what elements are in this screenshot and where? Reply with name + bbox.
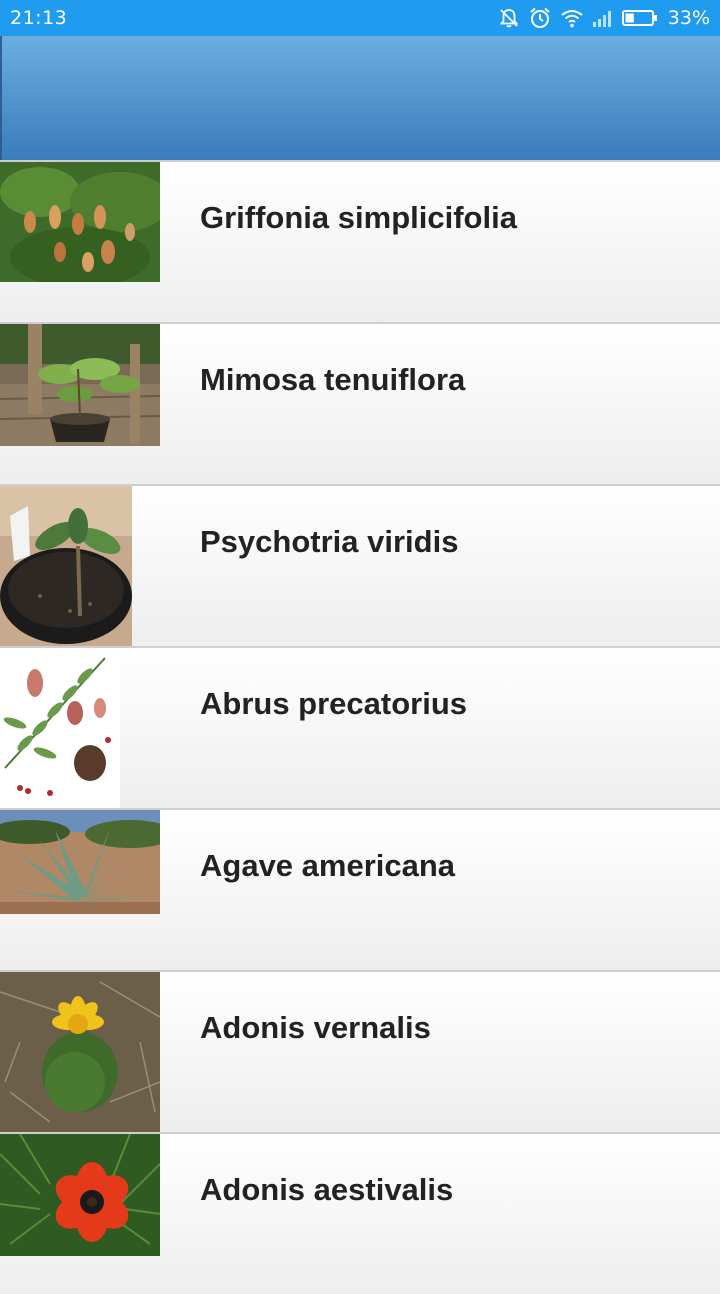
wifi-icon	[560, 8, 584, 28]
agave-thumbnail	[0, 810, 160, 914]
battery-icon	[621, 8, 658, 28]
status-time: 21:13	[10, 7, 68, 29]
bell-off-icon	[498, 7, 520, 29]
plant-name: Mimosa tenuiflora	[200, 362, 466, 397]
list-item[interactable]: Psychotria viridis	[0, 484, 720, 646]
battery-percent: 33%	[667, 7, 710, 29]
plant-name: Agave americana	[200, 848, 456, 883]
signal-icon	[592, 8, 614, 28]
griffonia-thumbnail	[0, 162, 160, 282]
alarm-icon	[528, 6, 552, 30]
plant-list: Griffonia simplicifolia Mimosa tenuiflor…	[0, 160, 720, 1294]
list-item[interactable]: Agave americana	[0, 808, 720, 970]
plant-name: Adonis aestivalis	[200, 1172, 454, 1207]
list-item[interactable]: Abrus precatorius	[0, 646, 720, 808]
list-item[interactable]: Mimosa tenuiflora	[0, 322, 720, 484]
adonis-aestivalis-thumbnail	[0, 1134, 160, 1256]
status-icons: 33%	[498, 6, 710, 30]
psychotria-thumbnail	[0, 486, 132, 646]
plant-name: Abrus precatorius	[200, 686, 468, 721]
list-item[interactable]: Adonis vernalis	[0, 970, 720, 1132]
plant-name: Griffonia simplicifolia	[200, 200, 517, 235]
abrus-thumbnail	[0, 648, 120, 808]
adonis-vernalis-thumbnail	[0, 972, 160, 1132]
plant-name: Psychotria viridis	[200, 524, 459, 559]
plant-name: Adonis vernalis	[200, 1010, 431, 1045]
list-item[interactable]: Adonis aestivalis	[0, 1132, 720, 1294]
app-bar	[0, 36, 720, 160]
list-item[interactable]: Griffonia simplicifolia	[0, 160, 720, 322]
mimosa-thumbnail	[0, 324, 160, 446]
status-bar: 21:13 33%	[0, 0, 720, 36]
